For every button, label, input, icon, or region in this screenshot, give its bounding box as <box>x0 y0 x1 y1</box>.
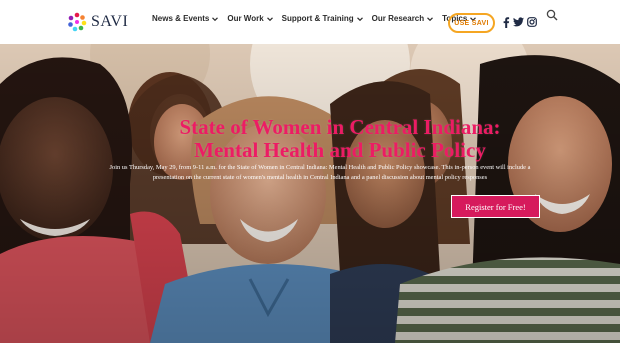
nav-item-label: News & Events <box>152 14 210 23</box>
nav-item-support-training[interactable]: Support & Training <box>282 14 363 23</box>
hero-description-line-2: presentation on the current state of wom… <box>152 174 488 181</box>
twitter-icon[interactable] <box>512 16 524 28</box>
hero-title-line-2: Mental Health and Public Policy <box>194 138 486 162</box>
nav-item-label: Our Work <box>227 14 264 23</box>
register-button[interactable]: Register for Free! <box>451 195 540 218</box>
chevron-down-icon <box>356 16 363 21</box>
facebook-icon[interactable] <box>500 16 512 28</box>
nav-item-label: Our Research <box>371 14 425 23</box>
instagram-icon[interactable] <box>526 16 538 28</box>
brand-name: SAVI <box>91 13 129 30</box>
site-header: SAVI News & Events Our Work Support & Tr… <box>0 0 620 44</box>
hero-title: State of Women in Central Indiana: Menta… <box>120 116 560 162</box>
chevron-down-icon <box>266 16 273 21</box>
hero-banner: State of Women in Central Indiana: Menta… <box>0 44 620 343</box>
nav-item-our-work[interactable]: Our Work <box>227 14 273 23</box>
chevron-down-icon <box>427 16 434 21</box>
search-icon[interactable] <box>546 8 558 21</box>
nav-item-label: Support & Training <box>281 14 354 23</box>
hero-description-line-1: Join us Thursday, May 29, from 9-11 a.m.… <box>109 164 531 171</box>
nav-item-our-research[interactable]: Our Research <box>371 14 434 23</box>
nav-item-news-events[interactable]: News & Events <box>152 14 219 23</box>
hero-photo-women <box>0 44 620 343</box>
chevron-down-icon <box>212 16 219 21</box>
hero-description: Join us Thursday, May 29, from 9-11 a.m.… <box>95 163 545 183</box>
flower-dots-icon <box>68 12 87 32</box>
savi-logo[interactable]: SAVI <box>67 12 128 32</box>
hero-title-line-1: State of Women in Central Indiana: <box>179 115 501 139</box>
use-savi-button[interactable]: USE SAVI <box>448 13 495 33</box>
main-nav: News & Events Our Work Support & Trainin… <box>152 14 485 23</box>
